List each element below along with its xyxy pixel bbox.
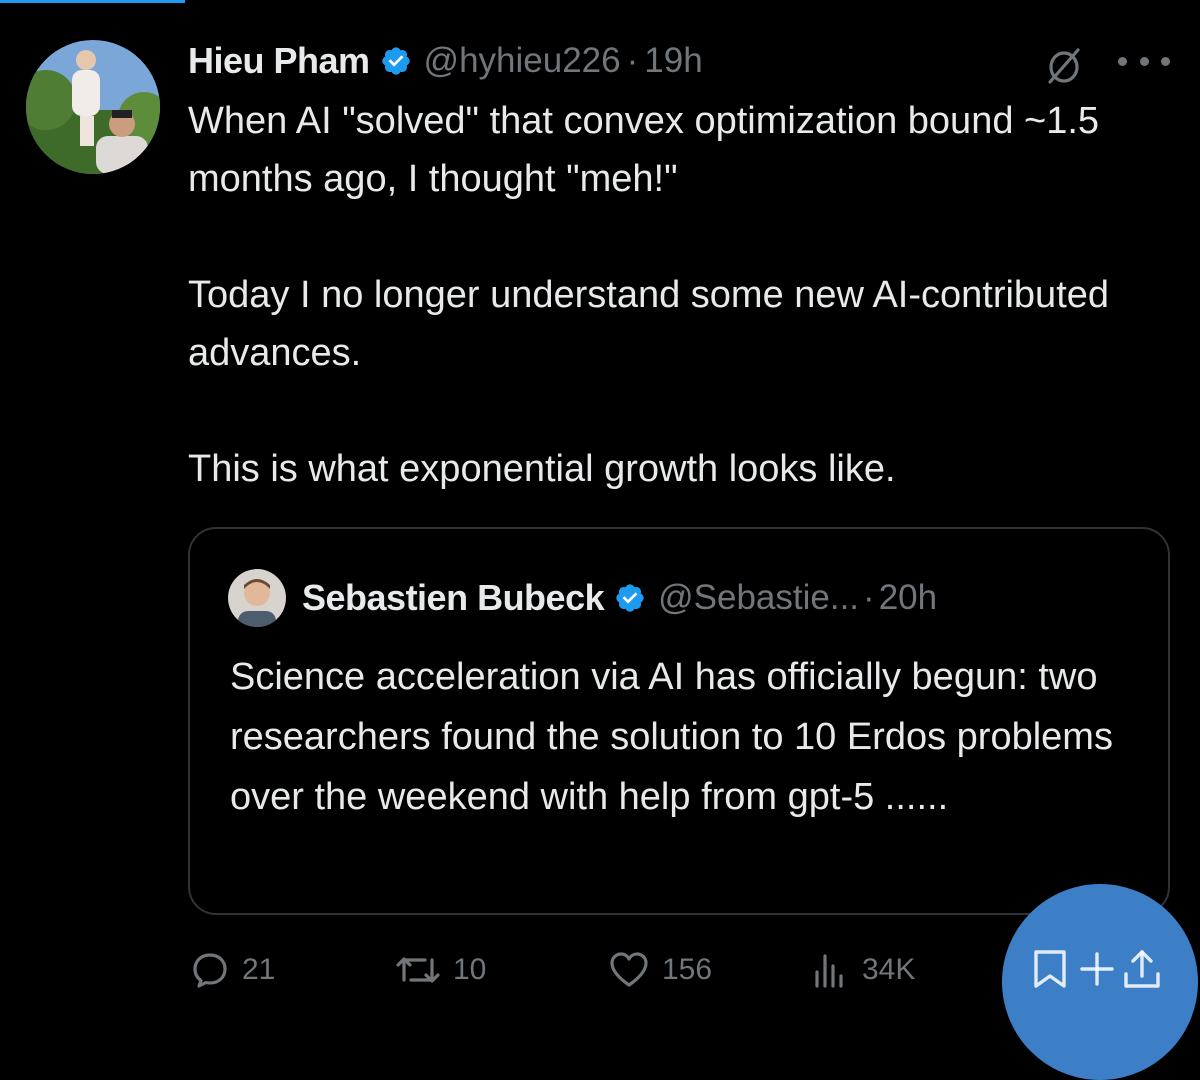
more-icon[interactable] (1118, 55, 1170, 67)
verified-badge-icon (614, 582, 646, 614)
author-avatar[interactable] (26, 40, 160, 174)
quoted-author-handle[interactable]: @Sebastie... (658, 578, 859, 618)
views-button[interactable]: 34K (810, 945, 915, 995)
quoted-author-avatar[interactable] (228, 569, 286, 627)
repost-count: 10 (453, 953, 487, 986)
like-count: 156 (662, 953, 713, 986)
quoted-author-name[interactable]: Sebastien Bubeck (302, 577, 605, 619)
floating-action-icons (1030, 946, 1164, 992)
tweet-paragraph: This is what exponential growth looks li… (188, 448, 896, 490)
header-separator: · (626, 41, 639, 80)
tweet-paragraph: When AI "solved" that convex optimizatio… (188, 100, 1100, 200)
more-dot (1118, 56, 1127, 66)
views-icon (815, 954, 843, 988)
grok-icon[interactable] (1044, 46, 1084, 86)
verified-badge-icon (380, 45, 412, 77)
more-dot (1161, 56, 1170, 66)
author-avatar-image (26, 40, 160, 174)
quoted-avatar-image (228, 569, 286, 627)
like-button[interactable]: 156 (608, 945, 712, 995)
reply-button[interactable]: 21 (190, 945, 275, 995)
quoted-tweet-text: Science acceleration via AI has official… (230, 656, 1113, 818)
quoted-tweet-header: Sebastien Bubeck @Sebastie... · 20h (302, 573, 937, 623)
repost-button[interactable]: 10 (395, 945, 486, 995)
author-name[interactable]: Hieu Pham (188, 40, 370, 82)
quoted-header-separator: · (863, 578, 875, 617)
top-accent-bar (0, 0, 185, 3)
tweet-timestamp[interactable]: 19h (644, 41, 702, 81)
quoted-tweet-card[interactable]: Sebastien Bubeck @Sebastie... · 20h Scie… (188, 527, 1170, 915)
bookmark-add-icon[interactable] (1030, 946, 1120, 992)
repost-icon (396, 957, 440, 983)
view-count: 34K (862, 953, 916, 986)
tweet-header: Hieu Pham @hyhieu226 · 19h (188, 36, 703, 86)
reply-count: 21 (242, 953, 276, 986)
reply-icon (193, 953, 227, 988)
tweet-paragraph: Today I no longer understand some new AI… (188, 274, 1110, 374)
quoted-tweet-timestamp[interactable]: 20h (879, 578, 937, 618)
tweet-text: When AI "solved" that convex optimizatio… (188, 92, 1148, 498)
more-dot (1139, 56, 1149, 66)
share-icon[interactable] (1120, 946, 1164, 992)
author-handle[interactable]: @hyhieu226 (424, 41, 621, 81)
like-icon (610, 952, 648, 987)
